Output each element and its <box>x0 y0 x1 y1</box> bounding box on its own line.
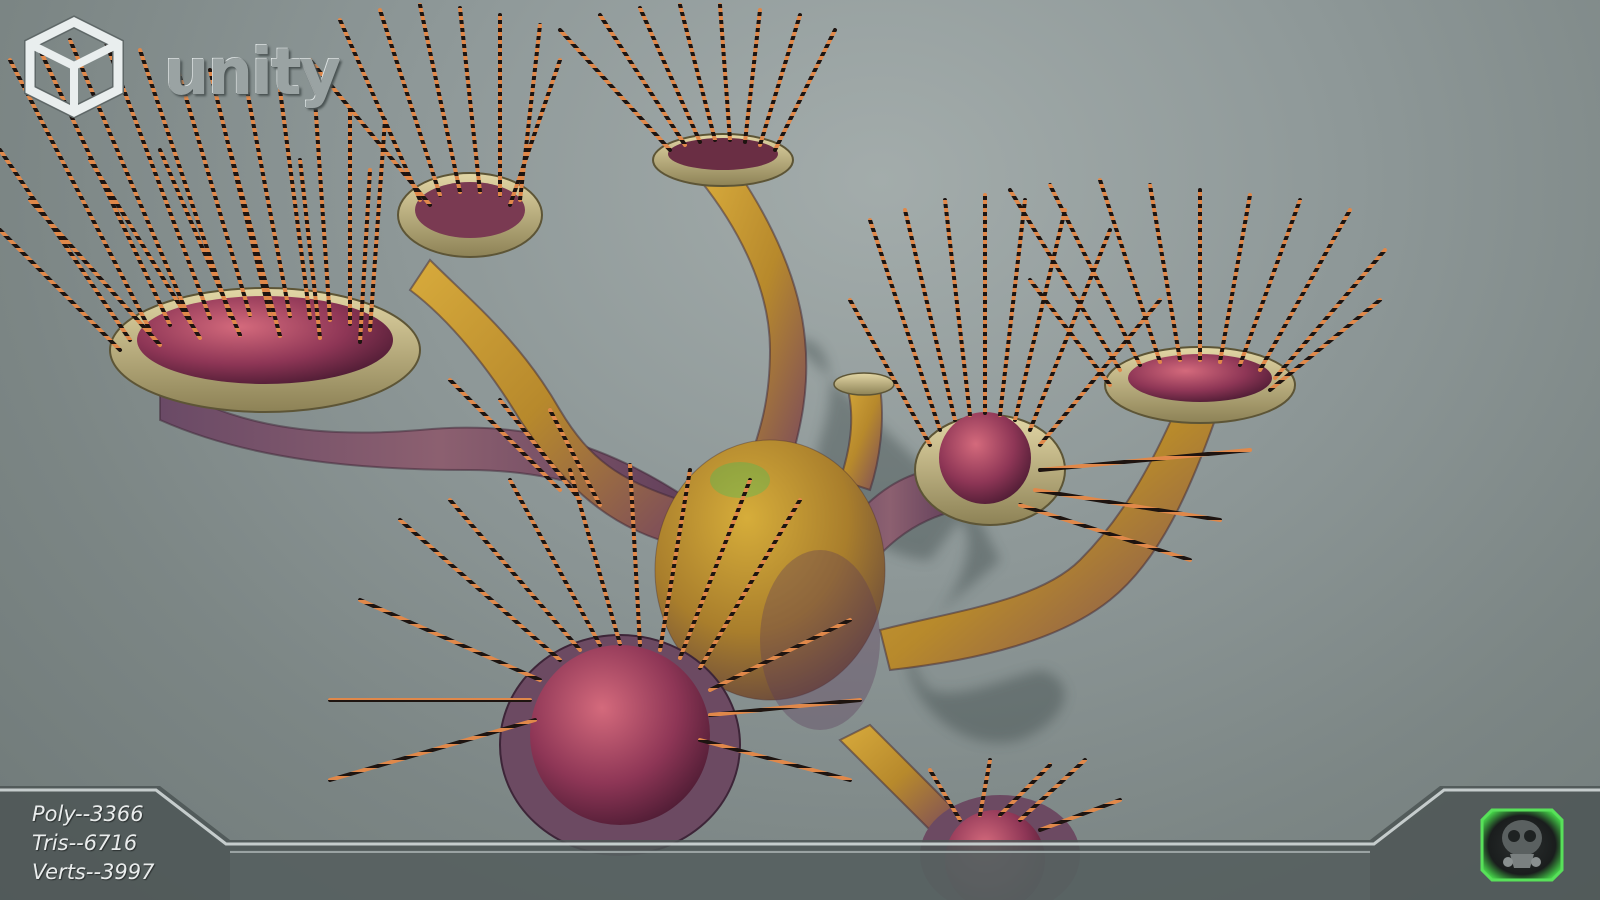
model-stats: Poly--3366 Tris--6716 Verts--3997 <box>32 800 154 887</box>
unity-logo: unity <box>18 14 341 118</box>
scene-viewport[interactable]: unity Poly--3366 Tris--6716 Verts--3997 <box>0 0 1600 900</box>
gas-mask-icon <box>1480 808 1564 882</box>
verts-count: Verts--3997 <box>32 860 155 884</box>
poly-count: Poly--3366 <box>32 802 144 826</box>
tris-count: Tris--6716 <box>32 831 138 855</box>
unity-cube-icon <box>24 15 124 118</box>
unity-wordmark: unity <box>164 36 341 110</box>
creature-model <box>0 3 1387 900</box>
hud-bar <box>0 786 1600 900</box>
